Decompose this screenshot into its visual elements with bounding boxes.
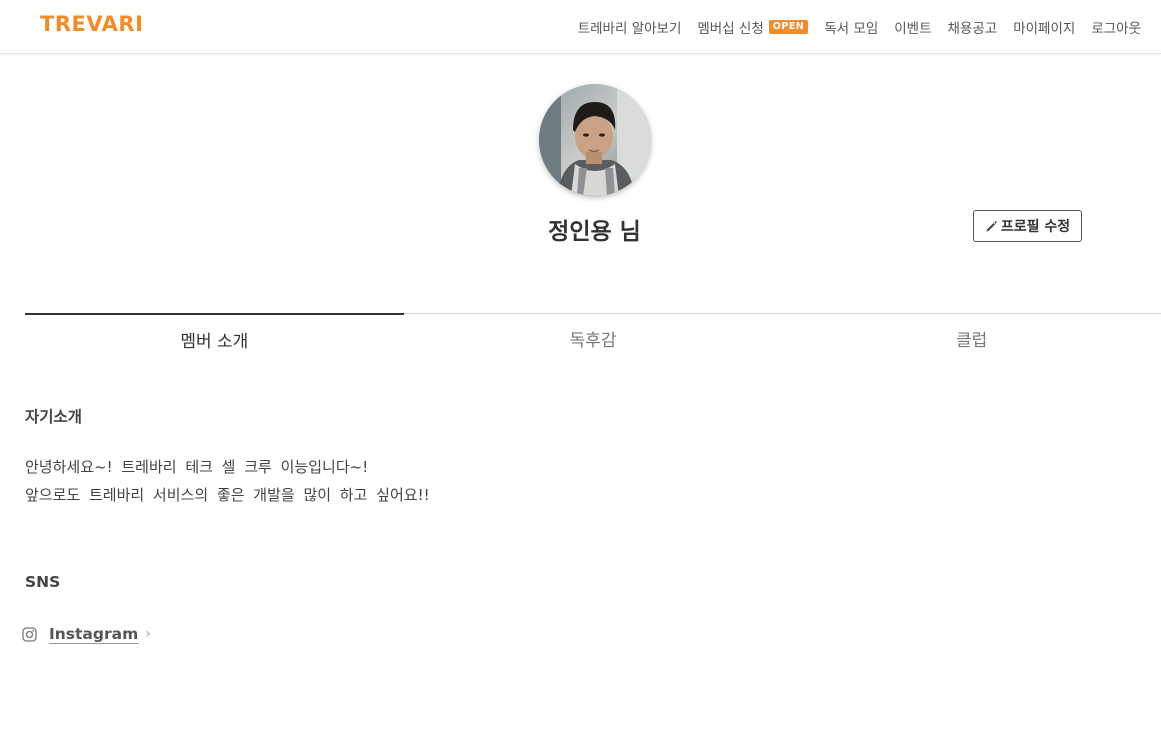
nav-membership-label: 멤버십 신청 xyxy=(697,21,764,37)
avatar xyxy=(539,84,651,196)
nav-events[interactable]: 이벤트 xyxy=(894,17,931,37)
about-text: 안녕하세요~! 트레바리 테크 셀 크루 이능입니다~! 앞으로도 트레바리 서… xyxy=(25,453,430,509)
tab-book-reviews[interactable]: 독후감 xyxy=(404,313,783,353)
nav-careers[interactable]: 채용공고 xyxy=(948,17,998,37)
tab-member-intro[interactable]: 멤버 소개 xyxy=(25,313,404,353)
nav-membership-apply[interactable]: 멤버십 신청 OPEN xyxy=(697,17,809,37)
profile-photo-icon xyxy=(539,84,651,196)
nav-my-page[interactable]: 마이페이지 xyxy=(1013,17,1075,37)
nav-book-club[interactable]: 독서 모임 xyxy=(824,17,878,37)
about-title: 자기소개 xyxy=(25,408,83,426)
chevron-right-icon: › xyxy=(145,626,151,642)
profile-tabs: 멤버 소개 독후감 클럽 xyxy=(25,313,1161,353)
open-badge: OPEN xyxy=(768,20,809,34)
instagram-icon xyxy=(22,626,37,642)
tab-clubs[interactable]: 클럽 xyxy=(782,313,1161,353)
sns-title: SNS xyxy=(25,573,61,591)
nav-about-trevari[interactable]: 트레바리 알아보기 xyxy=(578,17,682,37)
trevari-logo[interactable]: TREVARI xyxy=(40,12,143,36)
about-line: 앞으로도 트레바리 서비스의 좋은 개발을 많이 하고 싶어요!! xyxy=(25,486,430,504)
edit-profile-label: 프로필 수정 xyxy=(1000,219,1071,235)
top-navigation-bar: TREVARI 트레바리 알아보기 멤버십 신청 OPEN 독서 모임 이벤트 … xyxy=(0,0,1161,54)
edit-profile-button[interactable]: 프로필 수정 xyxy=(973,210,1082,242)
sns-item-instagram[interactable]: Instagram › xyxy=(22,625,151,643)
instagram-link[interactable]: Instagram xyxy=(49,625,138,643)
nav-logout[interactable]: 로그아웃 xyxy=(1091,17,1141,37)
about-line: 안녕하세요~! 트레바리 테크 셀 크루 이능입니다~! xyxy=(25,458,369,476)
pencil-icon xyxy=(986,220,997,231)
main-nav: 트레바리 알아보기 멤버십 신청 OPEN 독서 모임 이벤트 채용공고 마이페… xyxy=(562,17,1141,37)
